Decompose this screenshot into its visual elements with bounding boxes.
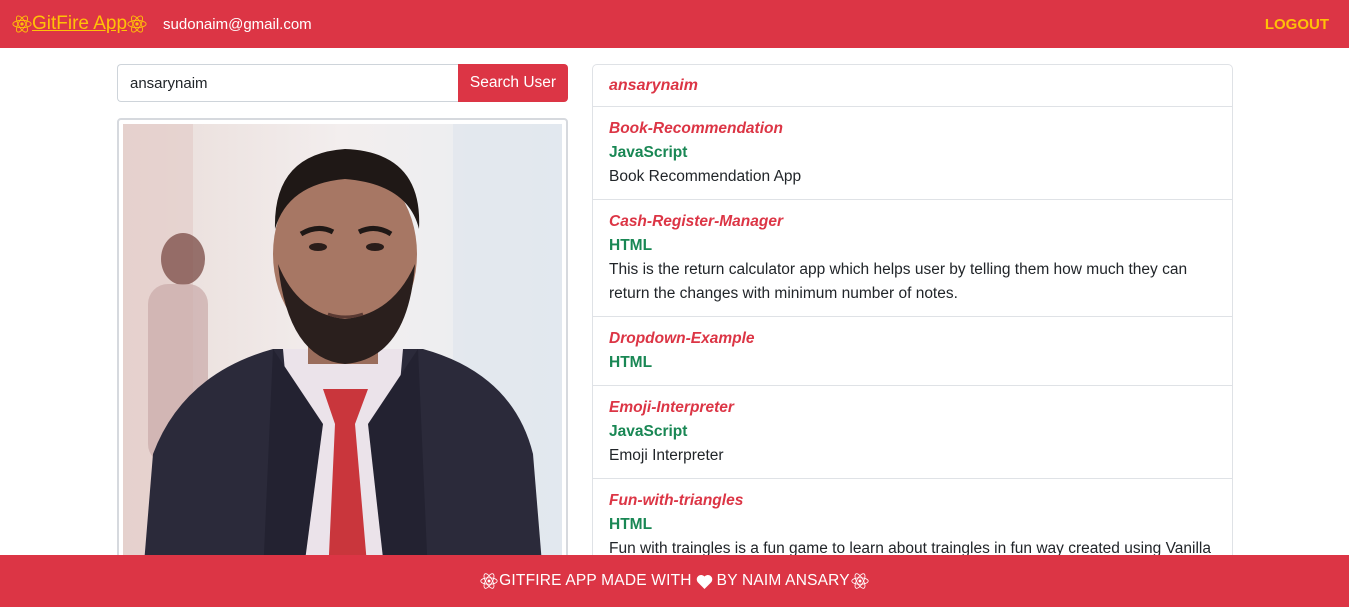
repo-name-link[interactable]: Emoji-Interpreter <box>609 396 1216 420</box>
footer-text-after: BY NAIM ANSARY <box>716 572 850 589</box>
repo-name-link[interactable]: Fun-with-triangles <box>609 489 1216 513</box>
navbar: GitFire App sudonaim@gmail.com LOGOUT <box>0 0 1349 48</box>
repo-language: JavaScript <box>609 423 688 440</box>
react-logo-icon <box>12 14 32 34</box>
footer: GITFIRE APP MADE WITH BY NAIM ANSARY <box>0 555 1349 607</box>
react-logo-icon <box>850 571 870 591</box>
repo-description: Emoji Interpreter <box>609 447 724 464</box>
repo-language: HTML <box>609 354 653 371</box>
repo-item: Emoji-Interpreter JavaScript Emoji Inter… <box>593 386 1232 479</box>
brand: GitFire App <box>12 13 147 35</box>
heart-icon <box>696 574 713 589</box>
avatar-card <box>117 118 568 578</box>
react-logo-icon <box>127 14 147 34</box>
repo-list-username: ansarynaim <box>593 65 1232 107</box>
search-input[interactable] <box>117 64 458 102</box>
repo-item: Cash-Register-Manager HTML This is the r… <box>593 200 1232 317</box>
search-group: Search User <box>117 64 568 102</box>
repo-name-link[interactable]: Dropdown-Example <box>609 327 1216 351</box>
repo-language: HTML <box>609 516 653 533</box>
repo-name-link[interactable]: Book-Recommendation <box>609 117 1216 141</box>
repo-item: Dropdown-Example HTML <box>593 317 1232 386</box>
search-user-button[interactable]: Search User <box>458 64 568 102</box>
repo-description: Book Recommendation App <box>609 168 802 185</box>
brand-link[interactable]: GitFire App <box>32 13 127 35</box>
react-logo-icon <box>479 571 499 591</box>
avatar <box>123 124 562 576</box>
repo-language: HTML <box>609 237 653 254</box>
repo-language: JavaScript <box>609 144 688 161</box>
repo-description: This is the return calculator app which … <box>609 261 1188 302</box>
logout-button[interactable]: LOGOUT <box>1265 16 1329 33</box>
footer-text-before: GITFIRE APP MADE WITH <box>499 572 692 589</box>
repo-name-link[interactable]: Cash-Register-Manager <box>609 210 1216 234</box>
repo-item: Book-Recommendation JavaScript Book Reco… <box>593 107 1232 200</box>
repo-list: ansarynaim Book-Recommendation JavaScrip… <box>592 64 1233 584</box>
user-email: sudonaim@gmail.com <box>163 15 312 33</box>
